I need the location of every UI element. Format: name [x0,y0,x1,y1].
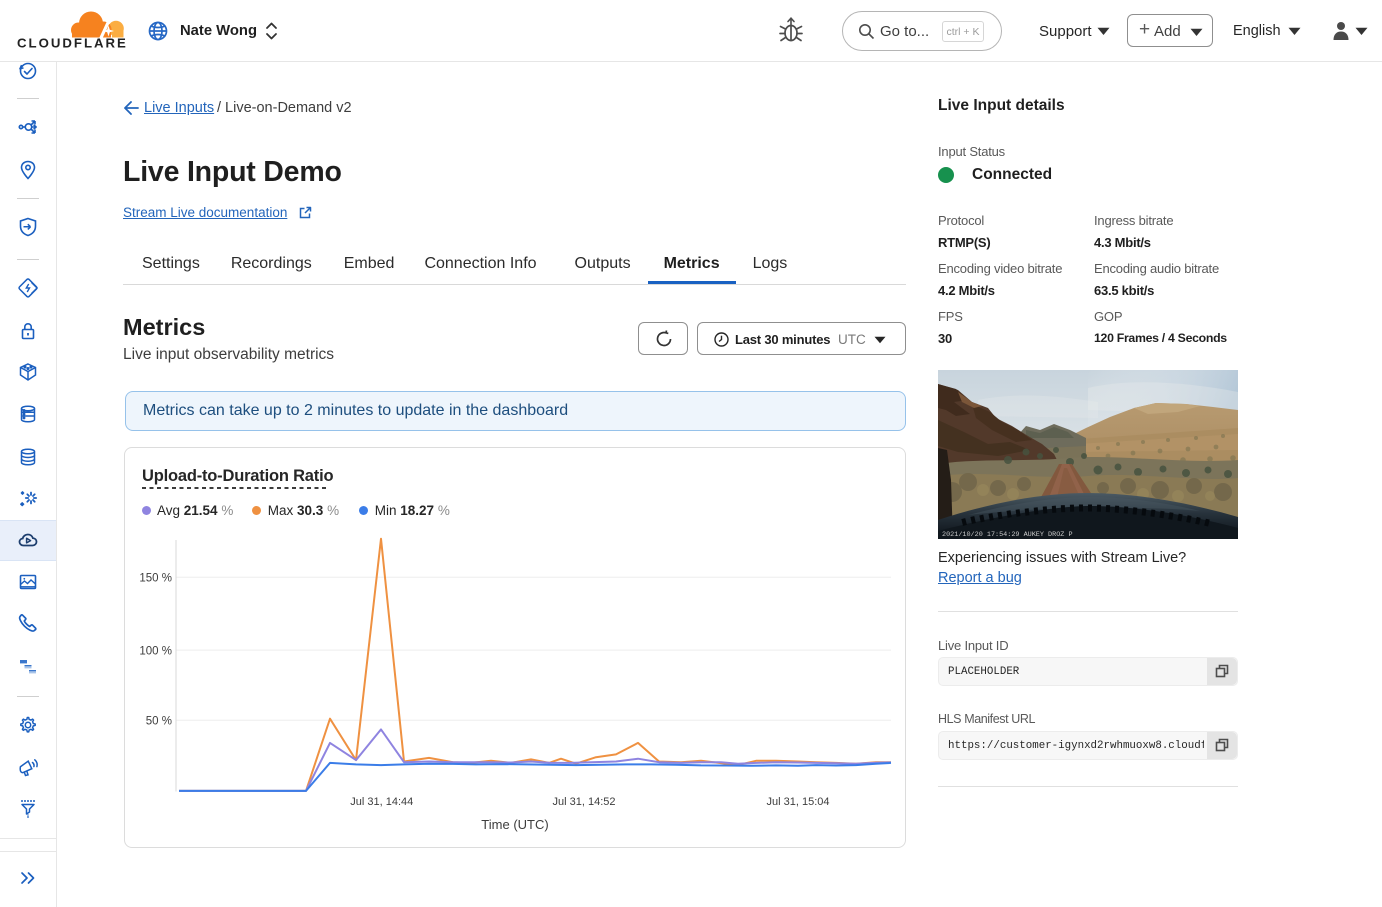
svg-text:Jul 31, 14:44: Jul 31, 14:44 [350,796,413,808]
svg-text:Jul 31, 14:52: Jul 31, 14:52 [553,796,616,808]
svg-text:50 %: 50 % [146,716,172,728]
svg-text:2021/10/20 17:54:29 AUKEY DROZ: 2021/10/20 17:54:29 AUKEY DROZ P [942,531,1073,539]
svg-text:CLOUDFLARE: CLOUDFLARE [17,36,128,51]
svg-text:Jul 31, 15:04: Jul 31, 15:04 [767,796,830,808]
svg-text:100 %: 100 % [139,646,172,658]
svg-text:150 %: 150 % [139,573,172,585]
svg-text:Time (UTC): Time (UTC) [481,817,548,832]
